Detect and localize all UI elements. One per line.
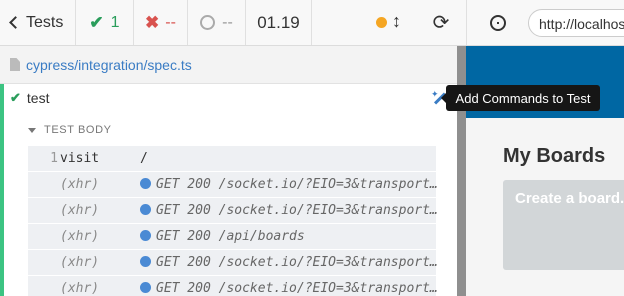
- selector-playground-button[interactable]: [466, 0, 528, 45]
- command-row[interactable]: 1 visit /: [28, 146, 436, 171]
- command-message: GET 200 /socket.io/?EIO=3&transport…: [140, 203, 438, 218]
- pending-circle-icon: [200, 15, 216, 30]
- url-field[interactable]: http://localhost:3000/: [528, 9, 624, 37]
- passed-stripe: [0, 84, 4, 296]
- test-title: test: [26, 90, 50, 106]
- runner-header: Tests ✔ 1 ✖ -- -- 01.19 ↕ ⟳ http://local…: [0, 0, 624, 46]
- xhr-status-dot-icon: [140, 256, 151, 267]
- crosshair-icon: [489, 14, 506, 31]
- command-number: 1: [50, 151, 58, 166]
- xhr-status-dot-icon: [140, 204, 151, 215]
- reload-icon: ⟳: [432, 12, 450, 34]
- command-name: (xhr): [60, 177, 100, 192]
- command-name: (xhr): [60, 203, 100, 218]
- command-row[interactable]: (xhr) GET 200 /socket.io/?EIO=3&transport…: [28, 198, 438, 223]
- command-row[interactable]: (xhr) GET 200 /socket.io/?EIO=3&transport…: [28, 172, 438, 197]
- passed-count: 1: [110, 13, 120, 31]
- tests-back-button[interactable]: Tests: [0, 0, 76, 45]
- command-message: GET 200 /api/boards: [140, 229, 305, 244]
- command-name: (xhr): [60, 281, 100, 296]
- spec-file-row[interactable]: cypress/integration/spec.ts: [0, 46, 466, 84]
- spec-path-link[interactable]: cypress/integration/spec.ts: [26, 57, 192, 73]
- run-state: ↕: [312, 0, 416, 45]
- command-message: GET 200 /socket.io/?EIO=3&transport…: [140, 255, 438, 270]
- duration-timer: 01.19: [246, 0, 312, 45]
- panel-resizer[interactable]: [457, 46, 466, 296]
- command-message: GET 200 /socket.io/?EIO=3&transport…: [140, 281, 438, 296]
- check-icon: ✔: [10, 90, 21, 105]
- command-message-text: GET 200 /socket.io/?EIO=3&transport…: [156, 255, 438, 270]
- command-log: ✔ test ✦ TEST BODY 1 visit / (xhr) GET 200 /…: [0, 84, 457, 296]
- command-message: /: [140, 151, 148, 166]
- failed-stat: ✖ --: [134, 0, 188, 45]
- caret-down-icon: [28, 127, 36, 133]
- test-body-header[interactable]: TEST BODY: [28, 124, 112, 136]
- xhr-status-dot-icon: [140, 282, 151, 293]
- command-message-text: GET 200 /api/boards: [156, 229, 305, 244]
- running-indicator-icon: [376, 17, 387, 28]
- pending-stat: --: [188, 0, 246, 45]
- add-commands-tooltip: Add Commands to Test: [441, 85, 600, 111]
- command-name: (xhr): [60, 229, 100, 244]
- command-message-text: /: [140, 151, 148, 166]
- x-icon: ✖: [145, 12, 160, 32]
- autoscroll-toggle-icon[interactable]: ↕: [392, 11, 401, 32]
- create-board-tile[interactable]: Create a board...: [503, 180, 624, 270]
- rerun-button[interactable]: ⟳: [416, 0, 466, 45]
- command-row[interactable]: (xhr) GET 200 /socket.io/?EIO=3&transport…: [28, 250, 438, 275]
- test-row[interactable]: ✔ test ✦: [4, 84, 457, 112]
- pending-count: --: [222, 13, 233, 31]
- command-row[interactable]: (xhr) GET 200 /api/boards: [28, 224, 436, 249]
- boards-heading: My Boards: [503, 145, 606, 167]
- passed-stat: ✔ 1: [76, 0, 134, 45]
- tests-label: Tests: [26, 13, 64, 31]
- check-icon: ✔: [89, 12, 104, 32]
- xhr-status-dot-icon: [140, 230, 151, 241]
- duration-value: 01.19: [257, 12, 300, 32]
- command-row[interactable]: (xhr) GET 200 /socket.io/?EIO=3&transport…: [28, 276, 438, 296]
- command-message: GET 200 /socket.io/?EIO=3&transport…: [140, 177, 438, 192]
- command-message-text: GET 200 /socket.io/?EIO=3&transport…: [156, 281, 438, 296]
- command-name: visit: [60, 151, 100, 166]
- command-list: 1 visit / (xhr) GET 200 /socket.io/?EIO=3&tr…: [28, 146, 438, 296]
- command-message-text: GET 200 /socket.io/?EIO=3&transport…: [156, 177, 438, 192]
- command-name: (xhr): [60, 255, 100, 270]
- test-body-label: TEST BODY: [44, 124, 112, 136]
- xhr-status-dot-icon: [140, 178, 151, 189]
- file-icon: [10, 58, 20, 71]
- command-message-text: GET 200 /socket.io/?EIO=3&transport…: [156, 203, 438, 218]
- failed-count: --: [165, 13, 176, 31]
- chevron-left-icon: [9, 16, 22, 29]
